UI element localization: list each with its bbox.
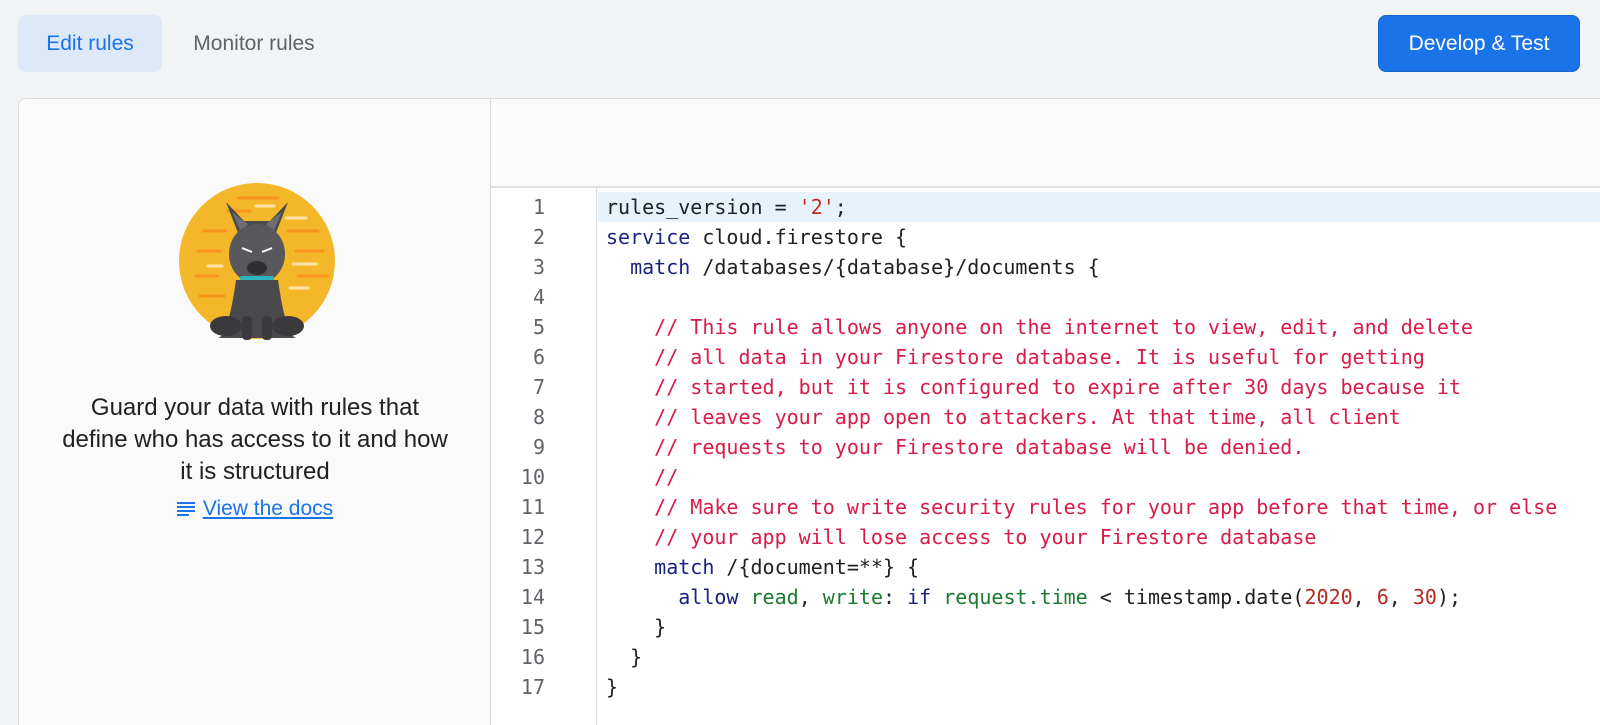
rules-description: Guard your data with rules that define w… — [62, 394, 448, 485]
code-line[interactable]: rules_version = '2'; — [598, 192, 1600, 222]
code-line[interactable]: } — [598, 612, 666, 642]
code-line[interactable]: match /databases/{database}/documents { — [598, 252, 1100, 282]
line-number: 17 — [520, 675, 545, 699]
firebase-dog-mascot-icon — [179, 183, 335, 340]
tab-edit-rules[interactable]: Edit rules — [18, 15, 162, 72]
view-docs-link[interactable]: View the docs — [203, 497, 333, 521]
code-line[interactable]: // requests to your Firestore database w… — [598, 432, 1304, 462]
line-number: 14 — [520, 585, 545, 609]
code-line[interactable]: // leaves your app open to attackers. At… — [598, 402, 1401, 432]
line-number: 10 — [520, 465, 545, 489]
code-line[interactable]: // — [598, 462, 678, 492]
code-line[interactable]: // all data in your Firestore database. … — [598, 342, 1425, 372]
tab-monitor-rules[interactable]: Monitor rules — [170, 15, 338, 72]
code-line[interactable]: allow read, write: if request.time < tim… — [598, 582, 1461, 612]
line-number: 3 — [532, 255, 545, 279]
code-line[interactable]: // started, but it is configured to expi… — [598, 372, 1461, 402]
line-number: 12 — [520, 525, 545, 549]
line-number: 2 — [532, 225, 545, 249]
code-editor[interactable]: 1 2 3 4 5 6 7 8 9 10 11 12 13 14 15 16 1… — [491, 188, 1600, 725]
line-number: 13 — [520, 555, 545, 579]
rules-info-panel: Guard your data with rules that define w… — [19, 99, 491, 725]
notes-icon — [176, 502, 195, 516]
line-number-gutter: 1 2 3 4 5 6 7 8 9 10 11 12 13 14 15 16 1… — [491, 188, 597, 725]
rules-topbar: Edit rules Monitor rules Develop & Test — [0, 0, 1600, 90]
line-number: 11 — [520, 495, 545, 519]
code-line[interactable]: // your app will lose access to your Fir… — [598, 522, 1316, 552]
line-number: 7 — [532, 375, 545, 399]
rules-card: Guard your data with rules that define w… — [18, 98, 1600, 725]
develop-test-button[interactable]: Develop & Test — [1378, 15, 1580, 72]
editor-toolbar — [491, 99, 1600, 188]
code-line[interactable]: // This rule allows anyone on the intern… — [598, 312, 1473, 342]
line-number: 5 — [532, 315, 545, 339]
line-number: 15 — [520, 615, 545, 639]
line-number: 4 — [532, 285, 545, 309]
line-number: 16 — [520, 645, 545, 669]
line-number: 9 — [532, 435, 545, 459]
line-number: 6 — [532, 345, 545, 369]
rules-editor-panel: 1 2 3 4 5 6 7 8 9 10 11 12 13 14 15 16 1… — [491, 99, 1600, 725]
code-line[interactable]: } — [598, 642, 642, 672]
code-area[interactable]: rules_version = '2'; service cloud.firest… — [598, 188, 1600, 725]
line-number: 8 — [532, 405, 545, 429]
docs-link-row: View the docs — [19, 497, 491, 521]
code-line[interactable] — [598, 282, 606, 312]
code-line[interactable]: match /{document=**} { — [598, 552, 919, 582]
code-line[interactable]: } — [598, 672, 618, 702]
code-line[interactable]: // Make sure to write security rules for… — [598, 492, 1557, 522]
line-number: 1 — [532, 195, 545, 219]
code-line[interactable]: service cloud.firestore { — [598, 222, 907, 252]
